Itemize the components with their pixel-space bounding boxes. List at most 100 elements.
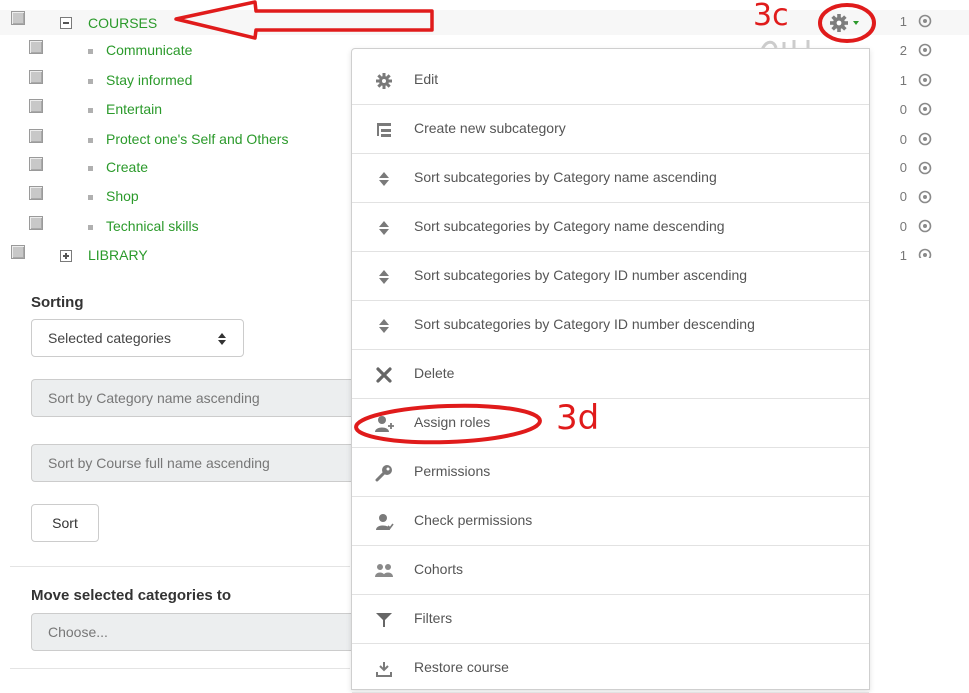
sorting-heading: Sorting xyxy=(31,294,84,311)
sort-icon xyxy=(379,270,389,284)
course-count: 1 xyxy=(899,248,907,263)
delete-icon xyxy=(376,367,392,383)
cohort-icon xyxy=(918,14,932,28)
menu-item-label: Permissions xyxy=(414,463,491,479)
menu-item-edit[interactable]: Edit xyxy=(352,56,869,105)
category-sort-select[interactable]: Sort by Category name ascending xyxy=(31,379,361,417)
cohort-icons-column xyxy=(918,14,932,258)
menu-item-label: Create new subcategory xyxy=(414,120,566,136)
menu-item-permissions[interactable]: Permissions xyxy=(352,448,869,497)
category-link-stay-informed[interactable]: Stay informed xyxy=(106,72,192,88)
category-link-shop[interactable]: Shop xyxy=(106,188,139,204)
subcategory-icon xyxy=(377,123,391,137)
sort-icon xyxy=(379,319,389,333)
course-count: 1 xyxy=(899,73,907,88)
expand-icon[interactable] xyxy=(60,250,72,262)
category-link-technical-skills[interactable]: Technical skills xyxy=(106,218,199,234)
course-count: 0 xyxy=(899,189,907,204)
sort-icon xyxy=(379,221,389,235)
course-count: 0 xyxy=(899,132,907,147)
category-link-protect[interactable]: Protect one's Self and Others xyxy=(106,131,288,147)
course-count: 0 xyxy=(899,160,907,175)
menu-item-sort-id-desc[interactable]: Sort subcategories by Category ID number… xyxy=(352,301,869,350)
bullet-icon xyxy=(88,195,93,200)
cohort-icon xyxy=(918,132,932,146)
obscured-annotation xyxy=(760,38,860,48)
category-checkbox[interactable] xyxy=(29,129,43,143)
menu-item-label: Delete xyxy=(414,365,455,381)
sort-icon xyxy=(379,172,389,186)
category-sort-value: Sort by Category name ascending xyxy=(48,390,260,406)
sort-scope-select[interactable]: Selected categories xyxy=(31,319,244,357)
category-link-entertain[interactable]: Entertain xyxy=(106,101,162,117)
menu-item-label: Sort subcategories by Category ID number… xyxy=(414,267,748,283)
bullet-icon xyxy=(88,138,93,143)
menu-item-label: Check permissions xyxy=(414,512,533,528)
menu-item-filters[interactable]: Filters xyxy=(352,595,869,644)
menu-item-sort-name-desc[interactable]: Sort subcategories by Category name desc… xyxy=(352,203,869,252)
bullet-icon xyxy=(88,79,93,84)
user-check-icon xyxy=(376,514,394,530)
course-count: 1 xyxy=(899,14,907,29)
menu-item-assign-roles[interactable]: Assign roles xyxy=(352,399,869,448)
key-icon xyxy=(375,465,392,482)
course-sort-value: Sort by Course full name ascending xyxy=(48,455,270,471)
category-checkbox[interactable] xyxy=(11,245,25,259)
select-arrows-icon xyxy=(218,333,226,345)
category-actions-menu-trigger[interactable] xyxy=(824,10,870,36)
menu-item-check-permissions[interactable]: Check permissions xyxy=(352,497,869,546)
category-checkbox[interactable] xyxy=(29,216,43,230)
collapse-icon[interactable] xyxy=(60,17,72,29)
move-target-placeholder: Choose... xyxy=(48,624,108,640)
bullet-icon xyxy=(88,108,93,113)
user-add-icon xyxy=(375,416,394,432)
menu-item-label: Sort subcategories by Category name desc… xyxy=(414,218,725,234)
category-checkbox[interactable] xyxy=(29,40,43,54)
menu-item-label: Sort subcategories by Category ID number… xyxy=(414,316,755,332)
category-checkbox[interactable] xyxy=(29,70,43,84)
menu-item-label: Restore course xyxy=(414,659,509,675)
caret-down-icon xyxy=(853,21,859,25)
category-checkbox[interactable] xyxy=(11,11,25,25)
category-link-create[interactable]: Create xyxy=(106,159,148,175)
bullet-icon xyxy=(88,166,93,171)
bullet-icon xyxy=(88,49,93,54)
annotation-label-3d: 3d xyxy=(556,398,600,438)
gear-icon xyxy=(376,73,392,89)
menu-item-create-subcategory[interactable]: Create new subcategory xyxy=(352,105,869,154)
cohort-icon xyxy=(918,43,932,57)
category-checkbox[interactable] xyxy=(29,99,43,113)
move-heading: Move selected categories to xyxy=(31,587,232,604)
menu-item-cohorts[interactable]: Cohorts xyxy=(352,546,869,595)
menu-item-label: Filters xyxy=(414,610,453,626)
menu-item-label: Assign roles xyxy=(414,414,491,430)
course-sort-select[interactable]: Sort by Course full name ascending xyxy=(31,444,361,482)
category-link-communicate[interactable]: Communicate xyxy=(106,42,192,58)
category-link-courses[interactable]: COURSES xyxy=(88,15,157,31)
cohort-icon xyxy=(918,73,932,87)
course-count: 0 xyxy=(899,219,907,234)
move-target-select[interactable]: Choose... xyxy=(31,613,361,651)
course-count: 2 xyxy=(899,43,907,58)
category-checkbox[interactable] xyxy=(29,186,43,200)
gear-icon xyxy=(830,14,859,32)
sort-button[interactable]: Sort xyxy=(31,504,99,542)
cohort-icon xyxy=(918,219,932,233)
menu-item-sort-id-asc[interactable]: Sort subcategories by Category ID number… xyxy=(352,252,869,301)
filter-icon xyxy=(376,613,392,627)
sort-scope-value: Selected categories xyxy=(48,330,171,346)
section-divider xyxy=(10,668,350,669)
menu-item-restore-course[interactable]: Restore course xyxy=(352,644,869,693)
menu-item-label: Cohorts xyxy=(414,561,464,577)
menu-item-label: Edit xyxy=(414,71,439,87)
menu-item-label: Sort subcategories by Category name asce… xyxy=(414,169,717,185)
menu-item-sort-name-asc[interactable]: Sort subcategories by Category name asce… xyxy=(352,154,869,203)
category-checkbox[interactable] xyxy=(29,157,43,171)
cohort-icon xyxy=(918,248,932,258)
course-count: 0 xyxy=(899,102,907,117)
annotation-label-3c: 3c xyxy=(753,0,789,33)
menu-item-delete[interactable]: Delete xyxy=(352,350,869,399)
cohorts-icon xyxy=(375,564,393,577)
cohort-icon xyxy=(918,161,932,175)
category-link-library[interactable]: LIBRARY xyxy=(88,247,148,263)
